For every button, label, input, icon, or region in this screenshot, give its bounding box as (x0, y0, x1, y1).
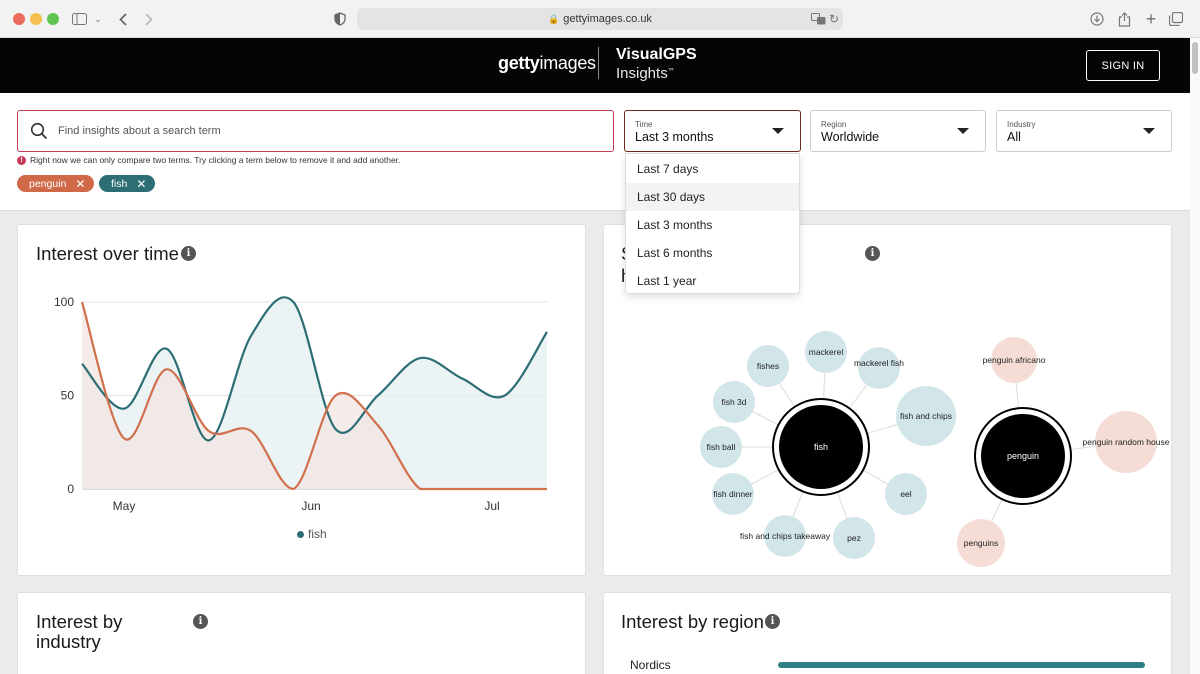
time-option-6-months[interactable]: Last 6 months (626, 239, 799, 267)
fish-center-label: fish (814, 442, 828, 452)
filter-bar: Find insights about a search term ! Righ… (0, 93, 1190, 211)
sign-in-button[interactable]: SIGN IN (1086, 50, 1160, 81)
bubble-label: fish and chips takeaway (740, 531, 831, 541)
chart-legend[interactable]: fish (297, 527, 327, 541)
region-filter-dropdown[interactable]: Region Worldwide (810, 110, 986, 152)
x-tick-label: Jul (484, 499, 499, 513)
info-icon[interactable]: i (193, 614, 208, 629)
bubble-label: penguins (964, 538, 999, 548)
interest-over-time-card: Interest over time i 100 50 0 May Jun Jul fis… (17, 224, 586, 576)
interest-by-industry-card: Interest by industry i (17, 592, 586, 674)
logo-divider (598, 47, 599, 79)
chip-label: penguin (29, 177, 67, 190)
legend-label: fish (308, 527, 327, 541)
y-tick-label: 100 (54, 295, 74, 309)
privacy-shield-icon[interactable] (333, 9, 347, 29)
translate-icon[interactable] (810, 9, 826, 29)
zoom-window-button[interactable] (47, 13, 59, 25)
bubble-label: fish ball (707, 442, 736, 452)
download-icon[interactable] (1089, 9, 1105, 29)
close-window-button[interactable] (13, 13, 25, 25)
url-text: gettyimages.co.uk (563, 13, 652, 25)
time-option-1-year[interactable]: Last 1 year (626, 267, 799, 295)
time-option-7-days[interactable]: Last 7 days (626, 155, 799, 183)
remove-chip-icon[interactable]: ✕ (75, 177, 85, 191)
product-subname: Insights™ (616, 63, 674, 82)
bubble-label: fish 3d (721, 397, 746, 407)
legend-swatch (297, 530, 304, 538)
region-bar[interactable] (778, 662, 1145, 668)
page-scrollbar[interactable] (1190, 38, 1200, 674)
product-subname-text: Insights (616, 65, 668, 82)
dropdown-label: Time (635, 120, 653, 129)
industry-filter-dropdown[interactable]: Industry All (996, 110, 1172, 152)
bubble-label: mackerel fish (854, 358, 904, 368)
bubble-label: fish and chips (900, 411, 952, 421)
minimize-window-button[interactable] (30, 13, 42, 25)
trademark-mark: ™ (667, 68, 674, 74)
bubble-label: eel (900, 489, 911, 499)
site-header: gettyimages VisualGPS Insights™ SIGN IN (0, 38, 1190, 93)
bubble-label: mackerel (809, 347, 844, 357)
sidebar-toggle-icon[interactable] (71, 9, 87, 29)
info-icon[interactable]: i (765, 614, 780, 629)
dropdown-label: Industry (1007, 120, 1036, 129)
forward-icon[interactable] (143, 9, 155, 29)
interest-by-region-card: Interest by region i Nordics (603, 592, 1172, 674)
dropdown-label: Region (821, 120, 847, 129)
search-input[interactable]: Find insights about a search term (17, 110, 614, 152)
penguin-center-label: penguin (1007, 451, 1039, 461)
search-placeholder: Find insights about a search term (58, 125, 221, 137)
bubble-label: penguin africano (983, 355, 1046, 365)
y-tick-label: 0 (67, 482, 74, 496)
caret-down-icon (1143, 128, 1155, 134)
dropdown-value: Worldwide (821, 130, 880, 144)
logo-light-text: images (539, 53, 597, 73)
scrollbar-thumb[interactable] (1192, 42, 1198, 74)
x-tick-label: May (113, 499, 136, 513)
dropdown-value: Last 3 months (635, 130, 714, 144)
compare-warning: ! Right now we can only compare two term… (17, 155, 400, 165)
time-options-menu: Last 7 days Last 30 days Last 3 months L… (625, 153, 800, 294)
search-icon (30, 122, 48, 140)
bubble-label: fishes (757, 361, 779, 371)
y-tick-label: 50 (61, 389, 75, 403)
bubble-label-line: mackerel fish (854, 358, 904, 368)
product-name: VisualGPS (616, 46, 697, 63)
caret-down-icon (772, 128, 784, 134)
share-icon[interactable] (1116, 9, 1132, 29)
browser-toolbar: ⌄ 🔒 gettyimages.co.uk ↻ + (0, 0, 1200, 38)
gettyimages-logo[interactable]: gettyimages (498, 53, 596, 74)
term-chip-penguin[interactable]: penguin ✕ (17, 175, 94, 192)
chevron-down-icon[interactable]: ⌄ (93, 9, 103, 29)
x-tick-label: Jun (301, 499, 320, 513)
lock-icon: 🔒 (548, 13, 560, 24)
alert-icon: ! (17, 155, 26, 165)
address-bar[interactable]: 🔒 gettyimages.co.uk (357, 8, 843, 30)
new-tab-icon[interactable]: + (1143, 9, 1159, 29)
region-row-label: Nordics (630, 658, 671, 672)
compare-warning-text: Right now we can only compare two terms.… (30, 155, 401, 165)
card-title-line: industry (36, 631, 101, 652)
time-option-30-days[interactable]: Last 30 days (626, 183, 799, 211)
caret-down-icon (957, 128, 969, 134)
reload-icon[interactable]: ↻ (828, 9, 840, 29)
time-filter-dropdown[interactable]: Time Last 3 months (624, 110, 801, 152)
tab-overview-icon[interactable] (1168, 9, 1184, 29)
card-title-line: Interest by (36, 611, 123, 632)
chip-label: fish (111, 177, 128, 190)
time-option-3-months[interactable]: Last 3 months (626, 211, 799, 239)
card-title: Interest by region (621, 611, 764, 632)
bubble[interactable] (858, 347, 900, 389)
logo-bold-text: getty (498, 53, 540, 73)
remove-chip-icon[interactable]: ✕ (136, 177, 146, 191)
bubble-label: pez (847, 533, 861, 543)
bubble-label: fish dinner (713, 489, 752, 499)
bubble-label: penguin random house (1083, 437, 1170, 447)
interest-over-time-chart: 100 50 0 May Jun Jul (54, 295, 548, 513)
term-chip-fish[interactable]: fish ✕ (99, 175, 155, 192)
dropdown-value: All (1007, 130, 1021, 144)
back-icon[interactable] (117, 9, 129, 29)
